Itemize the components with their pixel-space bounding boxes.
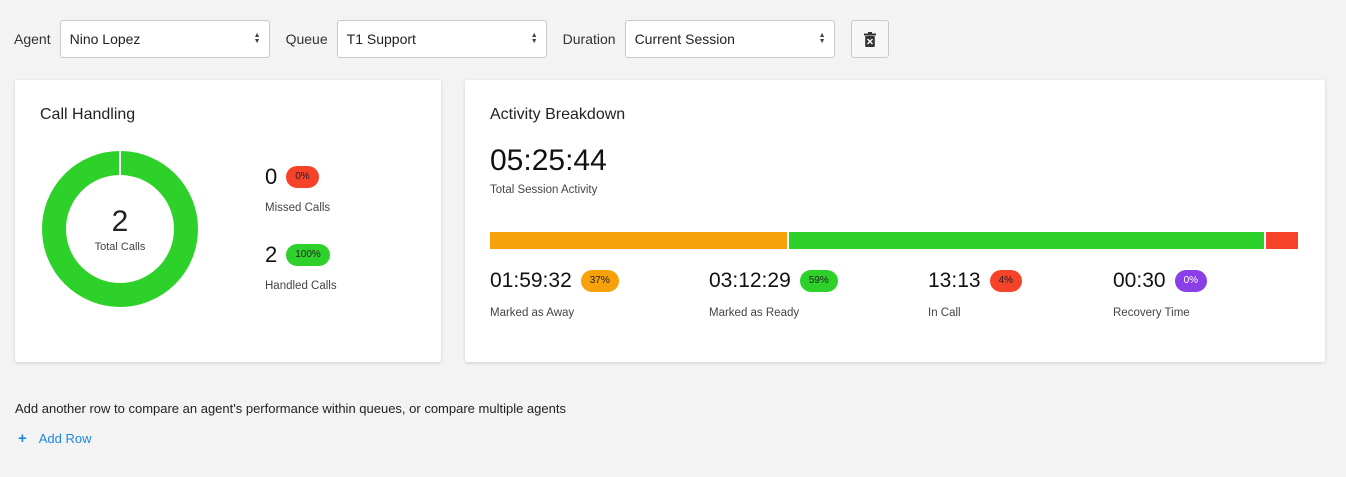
filter-bar: Agent Nino Lopez ▲ ▼ Queue T1 Support ▲ ▼ … <box>14 20 889 58</box>
select-arrows-icon: ▲ ▼ <box>818 32 826 45</box>
agent-select-value: Nino Lopez <box>69 31 141 47</box>
queue-label: Queue <box>285 31 328 47</box>
handled-calls-label: Handled Calls <box>265 280 337 292</box>
select-arrows-icon: ▲ ▼ <box>253 32 261 45</box>
missed-calls-value: 0 <box>265 164 278 189</box>
plus-icon: + <box>18 430 27 447</box>
handled-calls-stat: 2 100% Handled Calls <box>265 242 337 292</box>
add-row-hint: Add another row to compare an agent's pe… <box>15 401 566 416</box>
call-handling-card: Call Handling 2 Total Calls 0 0% Missed … <box>15 80 441 362</box>
recovery-badge: 0% <box>1174 270 1208 292</box>
ready-stat: 03:12:29 59% Marked as Ready <box>709 269 838 319</box>
ready-badge: 59% <box>799 270 838 292</box>
activity-stacked-bar <box>490 232 1298 249</box>
away-stat: 01:59:32 37% Marked as Away <box>490 269 619 319</box>
agent-label: Agent <box>14 31 51 47</box>
away-time: 01:59:32 <box>490 269 572 292</box>
queue-select-value: T1 Support <box>346 31 416 47</box>
trash-icon <box>863 31 876 47</box>
donut-center: 2 Total Calls <box>42 151 198 307</box>
activity-breakdown-card: Activity Breakdown 05:25:44 Total Sessio… <box>465 80 1325 362</box>
queue-select[interactable]: T1 Support ▲ ▼ <box>336 20 547 58</box>
total-calls-value: 2 <box>111 204 129 238</box>
recovery-label: Recovery Time <box>1113 307 1190 319</box>
in-call-badge: 4% <box>989 270 1023 292</box>
away-label: Marked as Away <box>490 307 575 319</box>
duration-select-value: Current Session <box>634 31 735 47</box>
add-row-link[interactable]: + Add Row <box>18 430 92 447</box>
total-session-label: Total Session Activity <box>490 184 598 196</box>
card-title: Call Handling <box>40 106 136 123</box>
away-badge: 37% <box>580 270 619 292</box>
select-arrows-icon: ▲ ▼ <box>530 32 538 45</box>
recovery-stat: 00:30 0% Recovery Time <box>1113 269 1208 319</box>
clear-row-button[interactable] <box>850 20 889 58</box>
missed-calls-stat: 0 0% Missed Calls <box>265 164 330 214</box>
handled-calls-value: 2 <box>265 242 278 267</box>
total-session-time: 05:25:44 <box>490 144 607 177</box>
ready-label: Marked as Ready <box>709 307 800 319</box>
card-title: Activity Breakdown <box>490 106 626 123</box>
away-segment <box>490 232 788 249</box>
recovery-time: 00:30 <box>1113 269 1166 292</box>
in-call-time: 13:13 <box>928 269 981 292</box>
ready-time: 03:12:29 <box>709 269 791 292</box>
missed-calls-label: Missed Calls <box>265 202 331 214</box>
missed-calls-badge: 0% <box>286 166 319 188</box>
add-row-label: Add Row <box>38 431 92 446</box>
duration-select[interactable]: Current Session ▲ ▼ <box>624 20 835 58</box>
ready-segment <box>789 232 1264 249</box>
in-call-label: In Call <box>928 307 961 319</box>
duration-label: Duration <box>562 31 616 47</box>
total-calls-donut: 2 Total Calls <box>42 151 198 307</box>
agent-select[interactable]: Nino Lopez ▲ ▼ <box>59 20 270 58</box>
total-calls-label: Total Calls <box>94 240 146 253</box>
handled-calls-badge: 100% <box>286 244 330 266</box>
in-call-segment <box>1265 232 1298 249</box>
in-call-stat: 13:13 4% In Call <box>928 269 1023 319</box>
